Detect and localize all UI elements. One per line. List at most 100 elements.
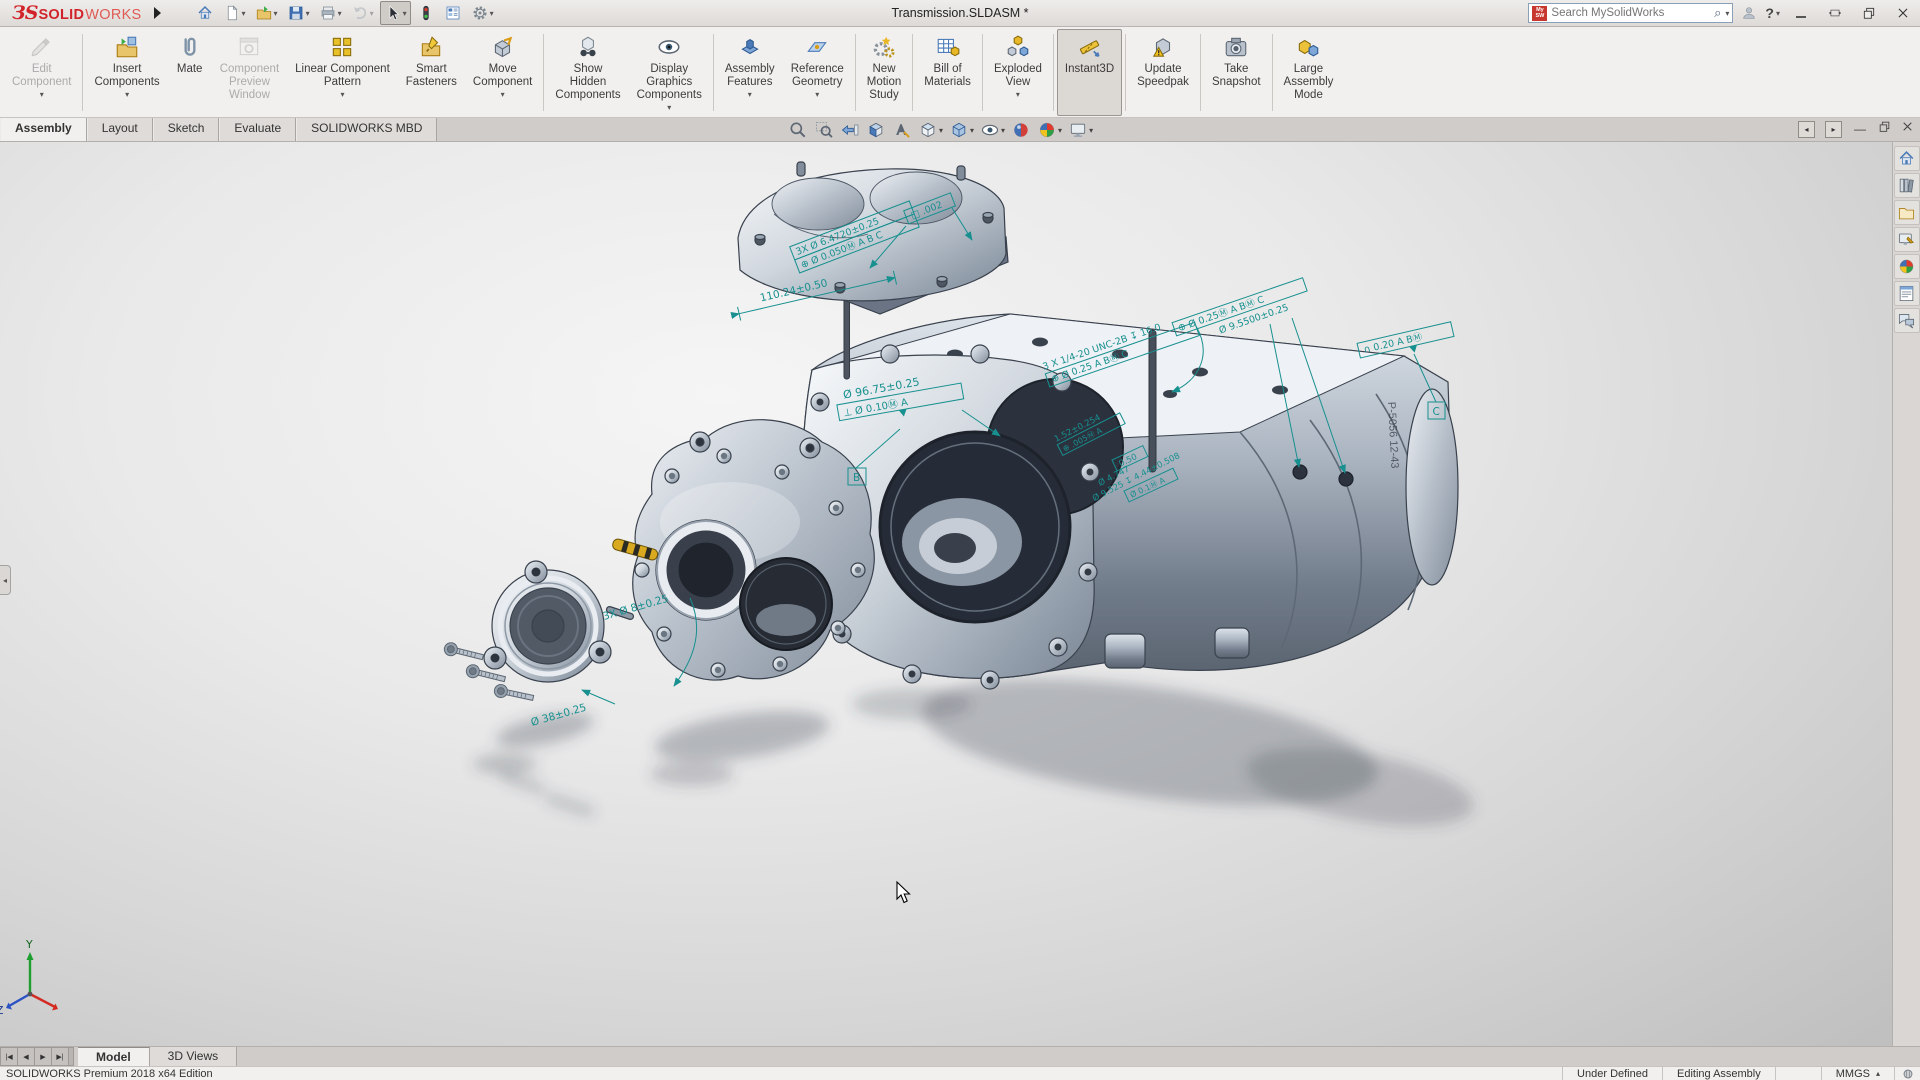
taskpane-appearances-scenes-button[interactable]: [1894, 254, 1920, 279]
hide-show-items-dropdown-icon[interactable]: ▾: [1001, 126, 1005, 135]
exploded-view-button[interactable]: Exploded View▾: [986, 29, 1050, 116]
help-dropdown-icon[interactable]: ▾: [1776, 9, 1780, 18]
show-hidden-components-button[interactable]: Show Hidden Components: [547, 29, 628, 116]
user-account-button[interactable]: [1741, 5, 1757, 21]
last-tab-button[interactable]: ▶|: [51, 1047, 68, 1066]
close-button[interactable]: [1890, 3, 1916, 23]
print-dropdown-icon[interactable]: ▾: [338, 9, 342, 18]
select-dropdown-icon[interactable]: ▾: [403, 9, 407, 18]
zoom-to-area-button[interactable]: [814, 120, 834, 140]
open-dropdown-icon[interactable]: ▾: [274, 9, 278, 18]
settings-button[interactable]: ▾: [468, 2, 497, 24]
save-button[interactable]: ▾: [284, 2, 313, 24]
view-settings-button[interactable]: ▾: [1068, 120, 1093, 140]
update-speedpak-button[interactable]: Update Speedpak: [1129, 29, 1197, 116]
new-document-button[interactable]: ▾: [220, 2, 249, 24]
taskpane-file-explorer-button[interactable]: [1894, 200, 1920, 225]
unit-system-selector[interactable]: MMGS▴: [1821, 1067, 1894, 1080]
part-main-housing[interactable]: P-5056 12-43: [797, 314, 1458, 689]
edit-component-dropdown-icon[interactable]: ▾: [40, 90, 44, 99]
smart-fasteners-button[interactable]: Smart Fasteners: [398, 29, 465, 116]
apply-scene-dropdown-icon[interactable]: ▾: [1058, 126, 1062, 135]
doc-close-button[interactable]: [1901, 120, 1914, 138]
tab-solidworks-mbd[interactable]: SOLIDWORKS MBD: [296, 118, 437, 141]
home-button[interactable]: [193, 2, 217, 24]
taskpane-custom-properties-button[interactable]: [1894, 281, 1920, 306]
doc-restore-button[interactable]: [1878, 120, 1891, 138]
tab-layout[interactable]: Layout: [87, 118, 153, 141]
zoom-to-fit-button[interactable]: [788, 120, 808, 140]
part-hub-cover[interactable]: [484, 561, 611, 682]
tab-model[interactable]: Model: [78, 1047, 150, 1066]
next-tab-button[interactable]: ▶: [34, 1047, 51, 1066]
taskpane-solidworks-forum-button[interactable]: [1894, 308, 1920, 333]
undo-dropdown-icon[interactable]: ▾: [370, 9, 374, 18]
dowel-pin-short[interactable]: [844, 294, 850, 379]
view-orientation-dropdown-icon[interactable]: ▾: [939, 126, 943, 135]
display-graphics-components-button[interactable]: Display Graphics Components▾: [629, 29, 710, 116]
first-tab-button[interactable]: |◀: [0, 1047, 17, 1066]
tab-3d-views[interactable]: 3D Views: [150, 1047, 237, 1066]
model-canvas[interactable]: P-5056 12-43: [0, 142, 1892, 1046]
tab-assembly[interactable]: Assembly: [0, 118, 87, 141]
bill-of-materials-button[interactable]: Bill of Materials: [916, 29, 979, 116]
move-component-dropdown-icon[interactable]: ▾: [501, 90, 505, 99]
selection-filter-button[interactable]: [414, 2, 438, 24]
tab-splitter-handle[interactable]: [68, 1047, 74, 1066]
status-tag-button[interactable]: [1894, 1067, 1920, 1080]
minimize-button[interactable]: [1788, 3, 1814, 23]
doc-minimize-button[interactable]: —: [1852, 122, 1868, 136]
edit-appearance-button[interactable]: [1011, 120, 1031, 140]
taskpane-design-library-button[interactable]: [1894, 173, 1920, 198]
feature-tree-collapse-tab[interactable]: ◂: [0, 565, 11, 595]
taskpane-view-palette-button[interactable]: [1894, 227, 1920, 252]
insert-components-button[interactable]: Insert Components▾: [86, 29, 167, 116]
display-style-button[interactable]: ▾: [949, 120, 974, 140]
take-snapshot-button[interactable]: Take Snapshot: [1204, 29, 1269, 116]
view-orientation-button[interactable]: ▾: [918, 120, 943, 140]
exploded-view-dropdown-icon[interactable]: ▾: [1016, 90, 1020, 99]
search-icon[interactable]: ⌕: [1714, 5, 1721, 21]
taskpane-home-button[interactable]: [1894, 146, 1920, 171]
search-box[interactable]: MySW ⌕ ▾: [1528, 3, 1733, 23]
view-settings-dropdown-icon[interactable]: ▾: [1089, 126, 1093, 135]
dynamic-annotation-views-button[interactable]: [892, 120, 912, 140]
instant3d-button[interactable]: Instant3D: [1057, 29, 1122, 116]
apply-scene-button[interactable]: ▾: [1037, 120, 1062, 140]
linear-component-pattern-button[interactable]: Linear Component Pattern▾: [287, 29, 398, 116]
large-assembly-mode-button[interactable]: Large Assembly Mode: [1276, 29, 1342, 116]
move-component-button[interactable]: Move Component▾: [465, 29, 540, 116]
new-document-dropdown-icon[interactable]: ▾: [242, 9, 246, 18]
menu-flyout-icon[interactable]: [154, 7, 161, 19]
search-dropdown-icon[interactable]: ▾: [1725, 9, 1729, 18]
graphics-area[interactable]: P-5056 12-43: [0, 142, 1892, 1046]
options-report-button[interactable]: [441, 2, 465, 24]
tab-sketch[interactable]: Sketch: [153, 118, 220, 141]
assembly-features-dropdown-icon[interactable]: ▾: [748, 90, 752, 99]
open-button[interactable]: ▾: [252, 2, 281, 24]
restore-window-button[interactable]: [1856, 3, 1882, 23]
previous-view-button[interactable]: [840, 120, 860, 140]
select-button[interactable]: ▾: [380, 1, 411, 25]
reference-geometry-button[interactable]: Reference Geometry▾: [783, 29, 852, 116]
display-graphics-components-dropdown-icon[interactable]: ▾: [667, 103, 671, 112]
insert-components-dropdown-icon[interactable]: ▾: [125, 90, 129, 99]
hide-show-items-button[interactable]: ▾: [980, 120, 1005, 140]
save-dropdown-icon[interactable]: ▾: [306, 9, 310, 18]
print-button[interactable]: ▾: [316, 2, 345, 24]
linear-component-pattern-dropdown-icon[interactable]: ▾: [340, 90, 344, 99]
search-input[interactable]: [1551, 7, 1710, 19]
span-displays-button[interactable]: [1822, 3, 1848, 23]
mate-button[interactable]: Mate: [168, 29, 212, 116]
assembly-features-button[interactable]: Assembly Features▾: [717, 29, 783, 116]
tab-evaluate[interactable]: Evaluate: [219, 118, 296, 141]
help-button[interactable]: ?▾: [1765, 5, 1780, 21]
prev-tab-button[interactable]: ◀: [17, 1047, 34, 1066]
pane-left-button[interactable]: ◂: [1798, 121, 1815, 138]
reference-geometry-dropdown-icon[interactable]: ▾: [815, 90, 819, 99]
settings-dropdown-icon[interactable]: ▾: [490, 9, 494, 18]
pane-right-button[interactable]: ▸: [1825, 121, 1842, 138]
display-style-dropdown-icon[interactable]: ▾: [970, 126, 974, 135]
new-motion-study-button[interactable]: New Motion Study: [859, 29, 910, 116]
section-view-button[interactable]: [866, 120, 886, 140]
